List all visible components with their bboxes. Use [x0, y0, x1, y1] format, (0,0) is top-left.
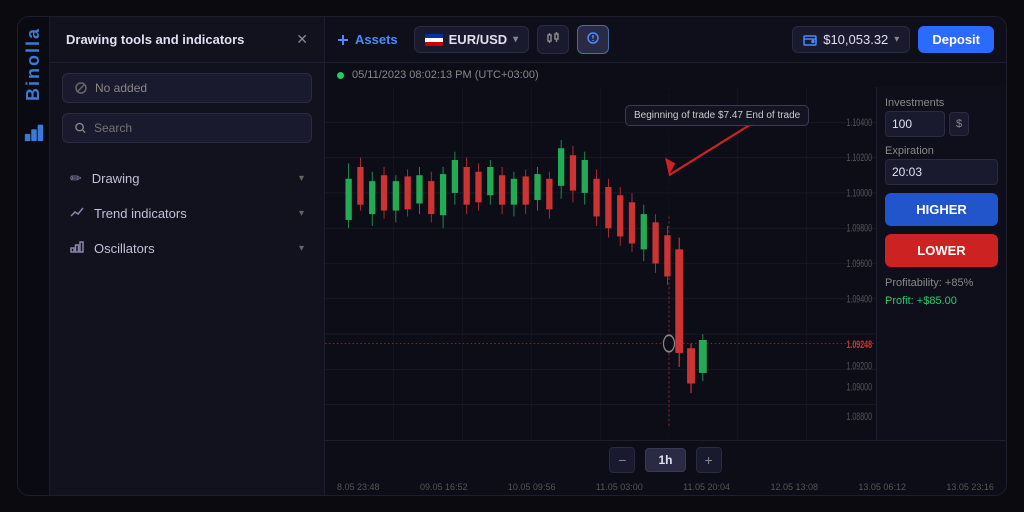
svg-text:1.09600: 1.09600 — [846, 258, 872, 270]
top-bar-left: Assets EUR/USD ▾ — [337, 25, 609, 54]
balance-display[interactable]: $10,053.32 ▾ — [792, 26, 910, 53]
section-trend[interactable]: Trend indicators ▾ — [62, 196, 312, 231]
higher-button[interactable]: HIGHER — [885, 193, 998, 226]
svg-text:1.08800: 1.08800 — [846, 411, 872, 423]
lower-button[interactable]: LOWER — [885, 234, 998, 267]
investments-section: Investments $ — [885, 97, 998, 137]
section-oscillators-label: Oscillators — [94, 241, 155, 256]
x-label-4: 11.05 20:04 — [683, 482, 730, 492]
svg-text:1.09400: 1.09400 — [846, 293, 872, 305]
chart-area: 05/11/2023 08:02:13 PM (UTC+03:00) — [325, 63, 1006, 495]
chart-canvas[interactable]: 1.10400 1.10200 1.10000 1.09800 1.09600 … — [325, 87, 876, 440]
investment-row: $ — [885, 111, 998, 137]
expiration-section: Expiration — [885, 145, 998, 185]
indicator-icon — [586, 31, 600, 45]
right-trading-panel: Investments $ Expiration HIGHER LOWER Pr… — [876, 87, 1006, 440]
svg-text:1.10400: 1.10400 — [846, 116, 872, 128]
no-added-button[interactable]: No added — [62, 73, 312, 103]
profitability-info: Profitability: +85% Profit: +$85.00 — [885, 275, 998, 310]
balance-value: $10,053.32 — [823, 32, 888, 47]
plus-icon — [337, 34, 349, 46]
tools-sections: ✏ Drawing ▾ Trend indicators ▾ — [50, 153, 324, 274]
svg-text:1.09200: 1.09200 — [846, 360, 872, 372]
oscillator-icon — [70, 240, 84, 257]
expiry-input[interactable] — [885, 159, 998, 185]
ban-icon — [75, 82, 87, 94]
svg-text:1.10200: 1.10200 — [846, 152, 872, 164]
close-icon[interactable]: ✕ — [296, 31, 308, 48]
timeframe-button[interactable]: 1h — [645, 448, 685, 472]
tools-title: Drawing tools and indicators — [66, 32, 244, 47]
chart-timestamp: 05/11/2023 08:02:13 PM (UTC+03:00) — [352, 69, 539, 81]
expiration-label: Expiration — [885, 145, 998, 157]
x-label-3: 11.05 03:00 — [596, 482, 643, 492]
main-content: Assets EUR/USD ▾ — [325, 17, 1006, 495]
top-bar: Assets EUR/USD ▾ — [325, 17, 1006, 63]
x-label-1: 09.05 16:52 — [420, 482, 468, 492]
top-bar-right: $10,053.32 ▾ Deposit — [792, 26, 994, 53]
search-input[interactable] — [94, 121, 299, 135]
chart-info-bar: 05/11/2023 08:02:13 PM (UTC+03:00) — [325, 63, 1006, 87]
brand-sidebar: Binolla — [18, 17, 50, 495]
wallet-icon — [803, 33, 817, 47]
brand-icon — [23, 121, 45, 143]
x-label-2: 10.05 09:56 — [508, 482, 556, 492]
no-added-label: No added — [95, 81, 147, 95]
profit-value: Profit: +$85.00 — [885, 293, 998, 311]
section-drawing[interactable]: ✏ Drawing ▾ — [62, 161, 312, 196]
trend-icon — [70, 205, 84, 222]
pencil-icon: ✏ — [70, 170, 82, 187]
search-icon — [75, 122, 86, 134]
svg-text:1.09248: 1.09248 — [846, 339, 872, 351]
section-oscillators[interactable]: Oscillators ▾ — [62, 231, 312, 266]
section-drawing-label: Drawing — [92, 171, 140, 186]
asset-name: EUR/USD — [449, 32, 508, 47]
deposit-button[interactable]: Deposit — [918, 26, 994, 53]
chevron-down-icon-balance: ▾ — [894, 34, 899, 45]
chevron-down-icon-asset: ▾ — [513, 34, 518, 45]
chevron-down-icon: ▾ — [299, 173, 304, 184]
live-indicator — [337, 72, 344, 79]
search-box[interactable] — [62, 113, 312, 143]
brand-name: Binolla — [23, 27, 44, 101]
svg-text:1.10000: 1.10000 — [846, 187, 872, 199]
x-label-5: 12.05 13:08 — [770, 482, 818, 492]
x-label-7: 13.05 23:16 — [946, 482, 994, 492]
chevron-down-icon-osc: ▾ — [299, 243, 304, 254]
tools-panel: Drawing tools and indicators ✕ No added … — [50, 17, 325, 495]
svg-text:1.09800: 1.09800 — [846, 222, 872, 234]
profitability-label: Profitability: +85% — [885, 275, 998, 293]
svg-text:1.09000: 1.09000 — [846, 381, 872, 393]
currency-badge: $ — [949, 112, 969, 136]
zoom-in-button[interactable]: + — [696, 447, 722, 473]
section-trend-label: Trend indicators — [94, 206, 187, 221]
indicators-button[interactable] — [577, 25, 609, 54]
asset-selector[interactable]: EUR/USD ▾ — [414, 26, 530, 53]
chart-type-button[interactable] — [537, 25, 569, 54]
x-label-6: 13.05 06:12 — [858, 482, 906, 492]
chart-bottom-bar: − 1h + — [325, 440, 1006, 479]
investments-label: Investments — [885, 97, 998, 109]
price-chart-svg: 1.10400 1.10200 1.10000 1.09800 1.09600 … — [325, 87, 876, 440]
x-axis: 8.05 23:48 09.05 16:52 10.05 09:56 11.05… — [325, 479, 1006, 495]
price-dot — [663, 335, 674, 351]
assets-label: Assets — [355, 32, 398, 47]
eur-usd-flag — [425, 34, 443, 46]
investment-input[interactable] — [885, 111, 945, 137]
x-label-0: 8.05 23:48 — [337, 482, 380, 492]
tools-header: Drawing tools and indicators ✕ — [50, 17, 324, 63]
candlestick-icon — [546, 31, 560, 45]
chevron-down-icon-trend: ▾ — [299, 208, 304, 219]
zoom-out-button[interactable]: − — [609, 447, 635, 473]
